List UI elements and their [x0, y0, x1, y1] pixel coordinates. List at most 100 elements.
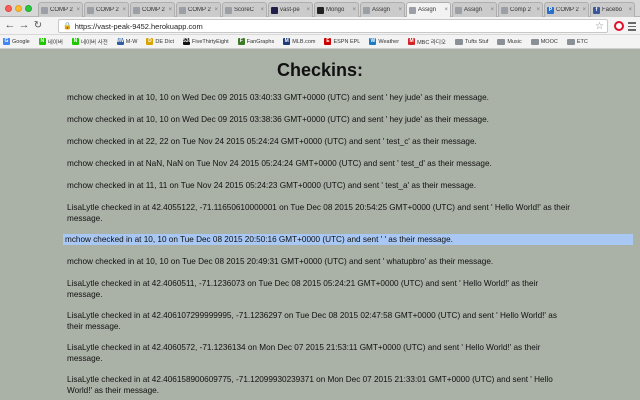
- tab-close-icon[interactable]: ×: [352, 7, 356, 13]
- folder-icon: [455, 38, 463, 45]
- checkin-entry: LisaLytle checked in at 42.4060511, -71.…: [67, 279, 539, 299]
- browser-tab-strip: COMP 2 × COMP 2 × COMP 2 × COMP 2 × ScoreC × vast-…: [0, 0, 640, 17]
- browser-tab[interactable]: ScoreC ×: [222, 2, 267, 17]
- minimize-window-button[interactable]: [15, 5, 22, 12]
- tab-close-icon[interactable]: ×: [398, 7, 402, 13]
- bookmark-item[interactable]: M MBC 라디오: [408, 38, 446, 46]
- close-window-button[interactable]: [5, 5, 12, 12]
- tab-favicon-icon: [133, 6, 140, 14]
- browser-tab[interactable]: COMP 2 ×: [84, 2, 129, 17]
- bookmark-favicon-icon: N: [38, 38, 46, 45]
- tab-favicon-icon: [501, 6, 508, 14]
- address-bar[interactable]: 🔒 https://vast-peak-9452.herokuapp.com ☆: [58, 19, 608, 33]
- folder-icon: [566, 38, 575, 45]
- forward-arrow-icon[interactable]: →: [18, 19, 30, 32]
- bookmark-favicon-icon: W: [369, 38, 377, 45]
- bookmark-label: 네이버: [47, 39, 63, 46]
- browser-menu-icon[interactable]: [628, 20, 636, 33]
- tab-close-icon[interactable]: ×: [76, 7, 80, 13]
- bookmark-label: Google: [12, 38, 30, 45]
- bookmark-label: ETC: [576, 38, 588, 45]
- bookmark-item[interactable]: 538 FiveThirtyEight: [183, 38, 229, 45]
- tab-label: COMP 2: [50, 7, 73, 13]
- tab-favicon-icon: [41, 6, 48, 14]
- bookmark-item[interactable]: F FanGraphs: [237, 38, 275, 45]
- bookmark-item[interactable]: E ESPN EPL: [324, 38, 360, 45]
- browser-tab[interactable]: f Facebo ×: [590, 2, 635, 17]
- browser-tab[interactable]: Assign ×: [406, 2, 451, 17]
- browser-tab[interactable]: Assign ×: [452, 2, 497, 17]
- bookmark-item[interactable]: MOOC: [530, 38, 558, 45]
- tab-close-icon[interactable]: ×: [536, 7, 540, 13]
- checkin-entry: LisaLytle checked in at 42.4061072999999…: [67, 311, 557, 331]
- tab-close-icon[interactable]: ×: [444, 7, 448, 13]
- bookmark-item[interactable]: G Google: [3, 38, 30, 45]
- bookmark-item[interactable]: Music: [497, 38, 522, 45]
- tab-label: Assign: [418, 7, 437, 13]
- bookmark-item[interactable]: W Weather: [369, 38, 399, 45]
- back-arrow-icon[interactable]: ←: [4, 19, 16, 32]
- checkin-entry: mchow checked in at 11, 11 on Tue Nov 24…: [67, 181, 477, 190]
- tab-close-icon[interactable]: ×: [260, 7, 264, 13]
- tab-label: Assign: [372, 7, 391, 13]
- bookmark-favicon-icon: E: [324, 38, 332, 45]
- bookmark-item[interactable]: MW M-W: [116, 38, 138, 45]
- tab-favicon-icon: [225, 6, 232, 14]
- bookmark-label: M-W: [125, 38, 138, 45]
- bookmark-item[interactable]: N 네이버 사전: [71, 38, 108, 46]
- bookmark-item[interactable]: Tufts Stuf: [455, 38, 488, 45]
- bookmark-label: ESPN EPL: [333, 38, 361, 45]
- bookmark-label: FiveThirtyEight: [192, 38, 229, 45]
- bookmarks-bar: G Google N 네이버 N 네이버 사전 MW M-W D DE Dict 538 FiveTh…: [0, 35, 640, 49]
- browser-tab[interactable]: vast-pe ×: [268, 2, 313, 17]
- checkin-entry: mchow checked in at 22, 22 on Tue Nov 24…: [67, 137, 477, 146]
- checkin-entry: mchow checked in at 10, 10 on Tue Dec 08…: [63, 234, 633, 245]
- bookmark-star-icon[interactable]: ☆: [595, 20, 604, 33]
- tab-label: Facebo: [602, 7, 623, 13]
- tab-label: Comp 2: [510, 7, 532, 13]
- bookmark-label: Weather: [378, 38, 400, 45]
- checkin-entry: mchow checked in at 10, 10 on Wed Dec 09…: [67, 115, 489, 124]
- tab-list: COMP 2 × COMP 2 × COMP 2 × COMP 2 × ScoreC × vast-…: [38, 2, 636, 17]
- tab-label: COMP 2: [142, 7, 165, 13]
- tab-close-icon[interactable]: ×: [122, 7, 126, 13]
- page-title: Checkins:: [276, 60, 364, 80]
- bookmark-item[interactable]: N 네이버: [38, 38, 63, 46]
- tab-close-icon[interactable]: ×: [582, 7, 586, 13]
- browser-toolbar: ← → ↻ 🔒 https://vast-peak-9452.herokuapp…: [0, 17, 640, 35]
- browser-tab[interactable]: P COMP 2 ×: [544, 2, 589, 17]
- tab-close-icon[interactable]: ×: [168, 7, 172, 13]
- tab-label: Mongo: [326, 7, 345, 13]
- opera-extension-icon[interactable]: [614, 21, 624, 31]
- tab-label: COMP 2: [556, 7, 579, 13]
- browser-tab[interactable]: Assign ×: [360, 2, 405, 17]
- browser-tab[interactable]: COMP 2 ×: [38, 2, 83, 17]
- browser-tab[interactable]: Mongo ×: [314, 2, 359, 17]
- tab-close-icon[interactable]: ×: [214, 7, 218, 13]
- tab-favicon-icon: P: [547, 6, 554, 14]
- browser-tab[interactable]: COMP 2 ×: [176, 2, 221, 17]
- tab-label: vast-pe: [280, 7, 300, 13]
- bookmark-label: FanGraphs: [246, 38, 275, 45]
- bookmark-item[interactable]: ETC: [566, 38, 588, 45]
- zoom-window-button[interactable]: [25, 5, 32, 12]
- bookmark-item[interactable]: D DE Dict: [146, 38, 174, 45]
- checkin-entry: mchow checked in at 10, 10 on Tue Dec 08…: [67, 257, 494, 266]
- tab-favicon-icon: [409, 6, 416, 14]
- tab-favicon-icon: [317, 6, 324, 14]
- tab-favicon-icon: [179, 6, 186, 14]
- reload-icon[interactable]: ↻: [32, 19, 44, 32]
- bookmark-label: Music: [507, 38, 522, 45]
- browser-tab[interactable]: Comp 2 ×: [498, 2, 543, 17]
- bookmark-favicon-icon: M: [283, 38, 291, 45]
- browser-tab[interactable]: COMP 2 ×: [130, 2, 175, 17]
- checkin-entry: mchow checked in at 10, 10 on Wed Dec 09…: [67, 93, 489, 102]
- tab-close-icon[interactable]: ×: [306, 7, 310, 13]
- checkin-entry: LisaLytle checked in at 42.4061589006097…: [67, 375, 553, 395]
- bookmark-label: MOOC: [540, 38, 558, 45]
- bookmark-favicon-icon: M: [408, 38, 416, 45]
- tab-close-icon[interactable]: ×: [490, 7, 494, 13]
- bookmark-item[interactable]: M MLB.com: [283, 38, 315, 45]
- tab-close-icon[interactable]: ×: [628, 7, 632, 13]
- bookmark-favicon-icon: G: [3, 38, 10, 45]
